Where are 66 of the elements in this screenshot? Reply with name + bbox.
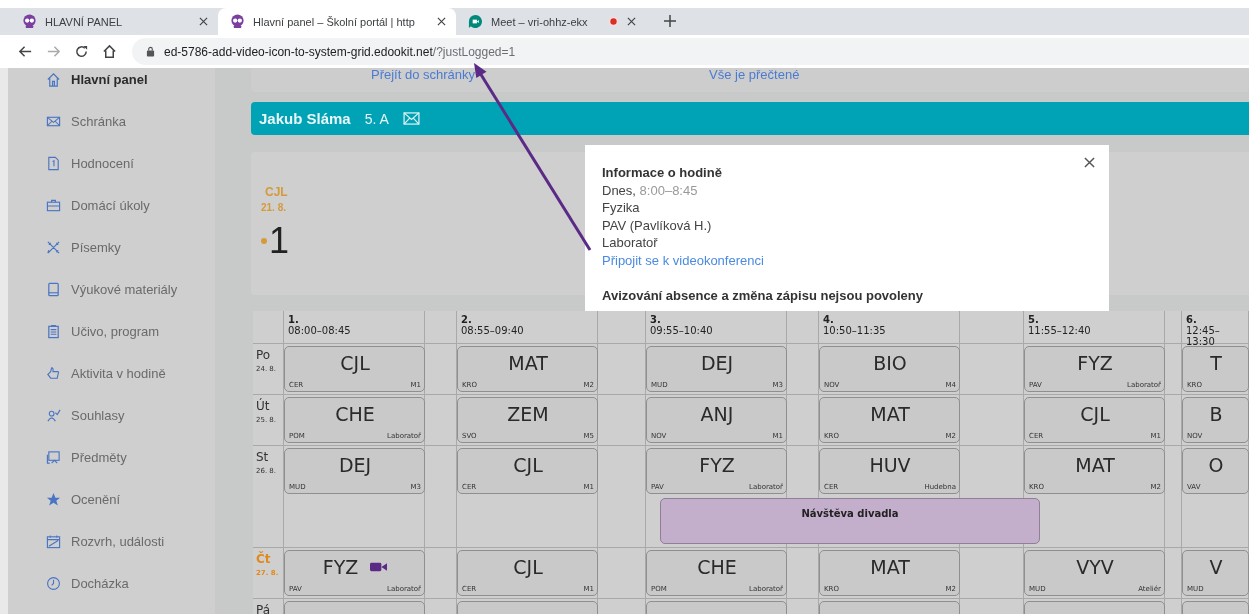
lesson-day: Dnes, bbox=[602, 182, 636, 198]
tab-title: Hlavní panel – Školní portál | http bbox=[253, 15, 416, 28]
url-path: /?justLogged=1 bbox=[432, 44, 516, 59]
lesson-subject: FYZ bbox=[322, 556, 359, 578]
lesson-subject: MAT bbox=[870, 403, 910, 425]
sidebar-item[interactable]: Výukové materiály bbox=[8, 268, 215, 310]
grade-subject: CJL bbox=[265, 185, 288, 199]
day-name: St bbox=[256, 450, 270, 464]
lesson-subject: CHE bbox=[335, 403, 375, 425]
sidebar-item[interactable]: Schránka bbox=[8, 100, 215, 142]
day-name: Po bbox=[256, 348, 272, 362]
grade-value: 1 bbox=[269, 221, 290, 261]
sidebar-item[interactable]: Písemky bbox=[8, 226, 215, 268]
lesson-subject: FYZ bbox=[699, 454, 735, 476]
address-bar[interactable]: ed-5786-add-video-icon-to-system-grid.edookit.net/?justLogged=1 bbox=[132, 38, 1249, 65]
sidebar-item[interactable]: Hlavní panel bbox=[8, 68, 215, 100]
lesson-room-name: Laboratoř bbox=[602, 234, 659, 252]
browser-tab[interactable]: Hlavní panel – Školní portál | http bbox=[218, 8, 456, 35]
class-label: 5. A bbox=[364, 110, 389, 127]
lesson-subject: BIO bbox=[873, 352, 907, 374]
day-name: Čt bbox=[256, 552, 272, 566]
dialog-note: Avizování absence a změna zápisu nejsou povoleny bbox=[602, 287, 924, 305]
lesson-subject-name: Fyzika bbox=[602, 199, 641, 217]
sidebar-item[interactable]: Hodnocení bbox=[8, 142, 215, 184]
day-name: Pá bbox=[256, 603, 272, 614]
tab-title: Meet – vri-ohhz-ekx bbox=[491, 15, 589, 28]
lesson-time: 8:00–8:45 bbox=[639, 182, 698, 198]
lesson-subject: MAT bbox=[870, 556, 910, 578]
day-name: Út bbox=[256, 399, 271, 413]
sidebar-item[interactable]: Docházka bbox=[8, 562, 215, 604]
lesson-subject: CJL bbox=[340, 352, 370, 374]
sidebar-item[interactable]: Učivo, program bbox=[8, 310, 215, 352]
url-host: ed-5786-add-video-icon-to-system-grid.edookit.net bbox=[164, 44, 433, 59]
sidebar-item[interactable]: Rozvrh, události bbox=[8, 520, 215, 562]
lesson-subject: DEJ bbox=[338, 454, 372, 476]
video-conference-link[interactable]: Připojit se k videokonferenci bbox=[602, 251, 764, 269]
lesson-subject: ZEM bbox=[507, 403, 549, 425]
student-name: Jakub Sláma bbox=[259, 110, 351, 127]
lesson-subject: DEJ bbox=[700, 352, 734, 374]
tab-title: HLAVNÍ PANEL bbox=[45, 15, 124, 28]
lesson-subject: T bbox=[1210, 352, 1222, 374]
lesson-subject: FYZ bbox=[1077, 352, 1113, 374]
event-card[interactable]: Návštěva divadla bbox=[660, 498, 1040, 544]
lesson-subject: V bbox=[1209, 556, 1223, 578]
lesson-subject: MAT bbox=[1075, 454, 1115, 476]
lesson-subject: O bbox=[1208, 454, 1224, 476]
lesson-subject: HUV bbox=[869, 454, 911, 476]
sidebar-item[interactable]: Souhlasy bbox=[8, 394, 215, 436]
lesson-subject: ANJ bbox=[700, 403, 734, 425]
lesson-subject: CJL bbox=[513, 454, 543, 476]
lesson-subject: MAT bbox=[508, 352, 548, 374]
browser-tab[interactable]: HLAVNÍ PANEL bbox=[0, 8, 218, 35]
lesson-subject: VYV bbox=[1076, 556, 1114, 578]
lesson-subject: CJL bbox=[513, 556, 543, 578]
dialog-title: Informace o hodině bbox=[602, 164, 723, 182]
sidebar-item[interactable]: Předměty bbox=[8, 436, 215, 478]
sidebar-item[interactable]: Domácí úkoly bbox=[8, 184, 215, 226]
grade-date: 21. 8. bbox=[261, 202, 287, 213]
event-title: Návštěva divadla bbox=[801, 508, 899, 521]
sidebar-item[interactable]: Aktivita v hodině bbox=[8, 352, 215, 394]
sidebar-item[interactable]: Ocenění bbox=[8, 478, 215, 520]
lesson-subject: CHE bbox=[697, 556, 737, 578]
browser-tab[interactable]: Meet – vri-ohhz-ekx bbox=[456, 8, 646, 35]
lesson-subject: CJL bbox=[1080, 403, 1110, 425]
lesson-teacher-name: PAV (Pavlíková H.) bbox=[602, 216, 713, 234]
lesson-subject: B bbox=[1209, 403, 1223, 425]
